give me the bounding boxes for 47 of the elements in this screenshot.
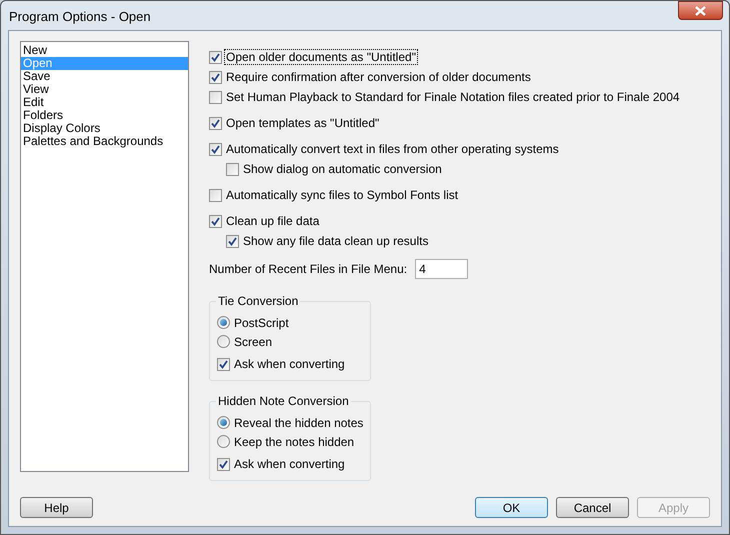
checkbox[interactable] — [209, 90, 222, 104]
checkbox[interactable] — [217, 358, 230, 370]
checkbox[interactable] — [209, 70, 222, 84]
group-title: Hidden Note Conversion — [216, 394, 351, 408]
option-label: Automatically sync files to Symbol Fonts list — [225, 187, 460, 203]
option-label: Show any file data clean up results — [242, 233, 430, 249]
checkbox[interactable] — [209, 116, 222, 130]
window-title: Program Options - Open — [9, 8, 151, 26]
checkbox[interactable] — [209, 142, 222, 156]
checkbox[interactable] — [226, 162, 239, 176]
checkbox[interactable] — [209, 214, 222, 228]
checkbox[interactable] — [209, 188, 222, 202]
category-item[interactable]: View — [21, 83, 188, 96]
radio-button[interactable] — [217, 316, 230, 329]
category-item[interactable]: Edit — [21, 96, 188, 109]
option-label: Clean up file data — [225, 213, 320, 229]
option-label: Set Human Playback to Standard for Finale Notation files created prior to Finale 2004 — [225, 89, 681, 105]
option-label: Open templates as "Untitled" — [225, 115, 380, 131]
option-label: Screen — [233, 334, 274, 350]
recent-files-field[interactable]: 4 — [415, 259, 468, 279]
option-label: Keep the notes hidden — [233, 434, 356, 450]
field-label: Number of Recent Files in File Menu: — [209, 261, 408, 278]
dialog-button[interactable]: Help — [20, 497, 93, 518]
category-item[interactable]: New — [21, 44, 188, 57]
option-label: Automatically convert text in files from other operating systems — [225, 141, 560, 157]
option-label: Require confirmation after conversion of older documents — [225, 69, 532, 85]
option-label: Ask when converting — [233, 356, 346, 372]
close-icon — [695, 6, 706, 16]
dialog-button[interactable]: Cancel — [556, 497, 629, 518]
option-label: Ask when converting — [233, 456, 346, 472]
category-item[interactable]: Folders — [21, 109, 188, 122]
category-item[interactable]: Palettes and Backgrounds — [21, 135, 188, 148]
checkbox[interactable] — [226, 234, 239, 248]
option-label: Show dialog on automatic conversion — [242, 161, 443, 177]
radio-button[interactable] — [217, 335, 230, 348]
category-item[interactable]: Display Colors — [21, 122, 188, 135]
option-label: Reveal the hidden notes — [233, 414, 364, 430]
checkbox[interactable] — [209, 50, 222, 64]
option-label: PostScript — [233, 314, 290, 330]
category-item[interactable]: Save — [21, 70, 188, 83]
option-label: Open older documents as "Untitled" — [224, 49, 418, 65]
radio-button[interactable] — [217, 416, 230, 429]
radio-button[interactable] — [217, 435, 230, 448]
close-button[interactable] — [678, 1, 723, 20]
checkbox[interactable] — [217, 458, 230, 470]
dialog-button[interactable]: OK — [475, 497, 548, 518]
group-title: Tie Conversion — [216, 294, 300, 308]
